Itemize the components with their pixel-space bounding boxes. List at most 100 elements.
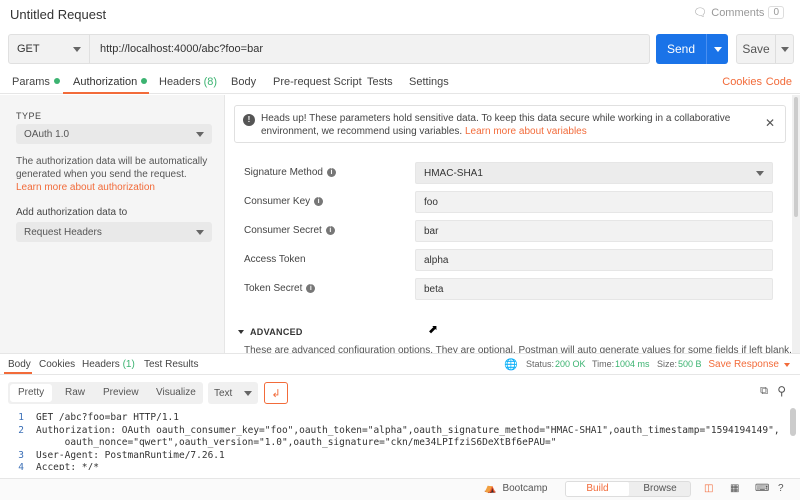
request-title[interactable]: Untitled Request bbox=[10, 7, 106, 22]
access-token-input[interactable]: alpha bbox=[415, 249, 773, 271]
line-text: oauth_nonce="qwert",oauth_version="1.0",… bbox=[36, 437, 557, 448]
access-token-text: Access Token bbox=[244, 254, 306, 265]
consumer-key-label: Consumer Key i bbox=[244, 196, 324, 207]
size-value[interactable]: 500 B bbox=[678, 359, 702, 369]
info-icon[interactable]: i bbox=[314, 197, 324, 206]
code-link[interactable]: Code bbox=[766, 76, 792, 88]
chevron-down-icon bbox=[196, 229, 204, 235]
tab-headers[interactable]: Headers (8) bbox=[159, 76, 217, 88]
time-value[interactable]: 1004 ms bbox=[615, 359, 650, 369]
response-tabs: Body Cookies Headers (1) Test Results 🌐 … bbox=[0, 353, 800, 375]
build-button[interactable]: Build bbox=[566, 482, 629, 496]
info-icon[interactable]: i bbox=[306, 284, 316, 293]
chevron-down-icon bbox=[784, 362, 790, 367]
info-icon[interactable]: i bbox=[326, 168, 336, 177]
auth-type-select[interactable]: OAuth 1.0 bbox=[16, 124, 212, 144]
format-visualize[interactable]: Visualize bbox=[156, 387, 196, 398]
cookies-link[interactable]: Cookies bbox=[722, 76, 762, 88]
tab-authorization[interactable]: Authorization bbox=[73, 76, 148, 88]
info-icon[interactable]: i bbox=[325, 226, 335, 235]
chevron-down-icon bbox=[756, 170, 764, 176]
token-secret-input[interactable]: beta bbox=[415, 278, 773, 300]
access-token-label: Access Token bbox=[244, 254, 306, 265]
url-input[interactable]: http://localhost:4000/abc?foo=bar bbox=[90, 34, 650, 64]
title-bar: Untitled Request 🗨 Comments 0 bbox=[0, 0, 800, 28]
line-text: GET /abc?foo=bar HTTP/1.1 bbox=[36, 412, 179, 423]
comments-count: 0 bbox=[768, 6, 784, 19]
copy-icon[interactable]: ⧉ bbox=[760, 385, 768, 398]
comments-label: Comments bbox=[711, 6, 765, 19]
auth-fields-panel: ! Heads up! These parameters hold sensit… bbox=[226, 95, 792, 353]
signature-method-select[interactable]: HMAC-SHA1 bbox=[415, 162, 773, 184]
resp-tab-headers[interactable]: Headers (1) bbox=[82, 359, 135, 370]
resp-tab-body[interactable]: Body bbox=[8, 359, 31, 370]
keyboard-icon[interactable]: ⌨ bbox=[755, 483, 769, 494]
scrollbar-thumb[interactable] bbox=[794, 97, 798, 217]
consumer-secret-text: Consumer Secret bbox=[244, 225, 322, 236]
globe-icon[interactable]: 🌐 bbox=[504, 358, 518, 371]
url-row: GET http://localhost:4000/abc?foo=bar Se… bbox=[8, 34, 794, 64]
close-icon[interactable]: ✕ bbox=[765, 116, 775, 130]
tab-body[interactable]: Body bbox=[231, 76, 256, 88]
save-options-button[interactable] bbox=[775, 35, 793, 63]
wrap-lines-button[interactable]: ↲ bbox=[264, 382, 288, 404]
code-line: 4 Accept: */* bbox=[0, 462, 99, 470]
advanced-toggle[interactable]: ADVANCED bbox=[238, 327, 303, 337]
tab-settings[interactable]: Settings bbox=[409, 76, 449, 88]
consumer-key-text: Consumer Key bbox=[244, 196, 311, 207]
status-label: Status: bbox=[526, 359, 555, 369]
comments-button[interactable]: 🗨 Comments 0 bbox=[693, 6, 784, 19]
browse-button[interactable]: Browse bbox=[629, 482, 691, 496]
line-text: Authorization: OAuth oauth_consumer_key=… bbox=[36, 425, 780, 436]
save-button[interactable]: Save bbox=[736, 34, 794, 64]
token-secret-text: Token Secret bbox=[244, 283, 303, 294]
request-tabs: Params Authorization Headers (8) Body Pr… bbox=[0, 70, 800, 94]
auth-description: The authorization data will be automatic… bbox=[16, 155, 212, 194]
method-select[interactable]: GET bbox=[8, 34, 90, 64]
type-label: TYPE bbox=[16, 111, 42, 121]
language-select[interactable]: Text bbox=[208, 382, 258, 404]
help-icon[interactable]: ? bbox=[778, 483, 784, 494]
code-scrollbar[interactable] bbox=[790, 408, 796, 436]
response-body[interactable]: 1 GET /abc?foo=bar HTTP/1.1 2 Authorizatio… bbox=[0, 408, 792, 470]
time-label: Time: bbox=[592, 359, 615, 369]
auth-type-panel: TYPE OAuth 1.0 The authorization data wi… bbox=[0, 95, 225, 353]
tab-prerequest-script[interactable]: Pre-request Script bbox=[273, 76, 362, 88]
format-preview[interactable]: Preview bbox=[103, 387, 139, 398]
chevron-down-icon bbox=[196, 131, 204, 137]
bootcamp-button[interactable]: ⛺ Bootcamp bbox=[484, 483, 547, 494]
learn-more-auth-link[interactable]: Learn more about authorization bbox=[16, 182, 155, 193]
line-text: Accept: */* bbox=[36, 462, 99, 470]
bootcamp-label: Bootcamp bbox=[502, 483, 548, 494]
two-pane-icon[interactable]: ◫ bbox=[704, 483, 713, 494]
signature-method-value: HMAC-SHA1 bbox=[424, 167, 483, 179]
status-value[interactable]: 200 OK bbox=[555, 359, 586, 369]
save-response-button[interactable]: Save Response bbox=[708, 359, 790, 370]
line-number: 1 bbox=[18, 412, 24, 423]
tab-tests[interactable]: Tests bbox=[367, 76, 393, 88]
auth-scrollbar[interactable] bbox=[792, 95, 800, 353]
send-button[interactable]: Send bbox=[656, 34, 728, 64]
add-auth-label: Add authorization data to bbox=[16, 207, 128, 218]
code-line: 2 Authorization: OAuth oauth_consumer_key… bbox=[0, 425, 780, 436]
resp-tab-cookies[interactable]: Cookies bbox=[39, 359, 75, 370]
consumer-secret-label: Consumer Secret i bbox=[244, 225, 335, 236]
learn-more-variables-link[interactable]: Learn more about variables bbox=[465, 126, 587, 137]
send-options-button[interactable] bbox=[706, 34, 728, 64]
code-line: oauth_nonce="qwert",oauth_version="1.0",… bbox=[0, 437, 557, 448]
resp-tab-test-results[interactable]: Test Results bbox=[144, 359, 198, 370]
format-group: Pretty Raw Preview Visualize bbox=[8, 382, 203, 404]
chevron-down-icon bbox=[780, 46, 789, 52]
search-icon[interactable]: ⚲ bbox=[777, 384, 786, 398]
code-line: 3 User-Agent: PostmanRuntime/7.26.1 bbox=[0, 450, 224, 461]
token-secret-label: Token Secret i bbox=[244, 283, 316, 294]
chevron-down-icon bbox=[244, 390, 252, 396]
format-pretty[interactable]: Pretty bbox=[10, 384, 53, 402]
format-raw[interactable]: Raw bbox=[65, 387, 85, 398]
layout-icon[interactable]: ▦ bbox=[730, 483, 739, 494]
consumer-secret-input[interactable]: bar bbox=[415, 220, 773, 242]
tab-params[interactable]: Params bbox=[12, 76, 60, 88]
consumer-key-input[interactable]: foo bbox=[415, 191, 773, 213]
signature-method-label: Signature Method i bbox=[244, 167, 336, 178]
add-auth-select[interactable]: Request Headers bbox=[16, 222, 212, 242]
